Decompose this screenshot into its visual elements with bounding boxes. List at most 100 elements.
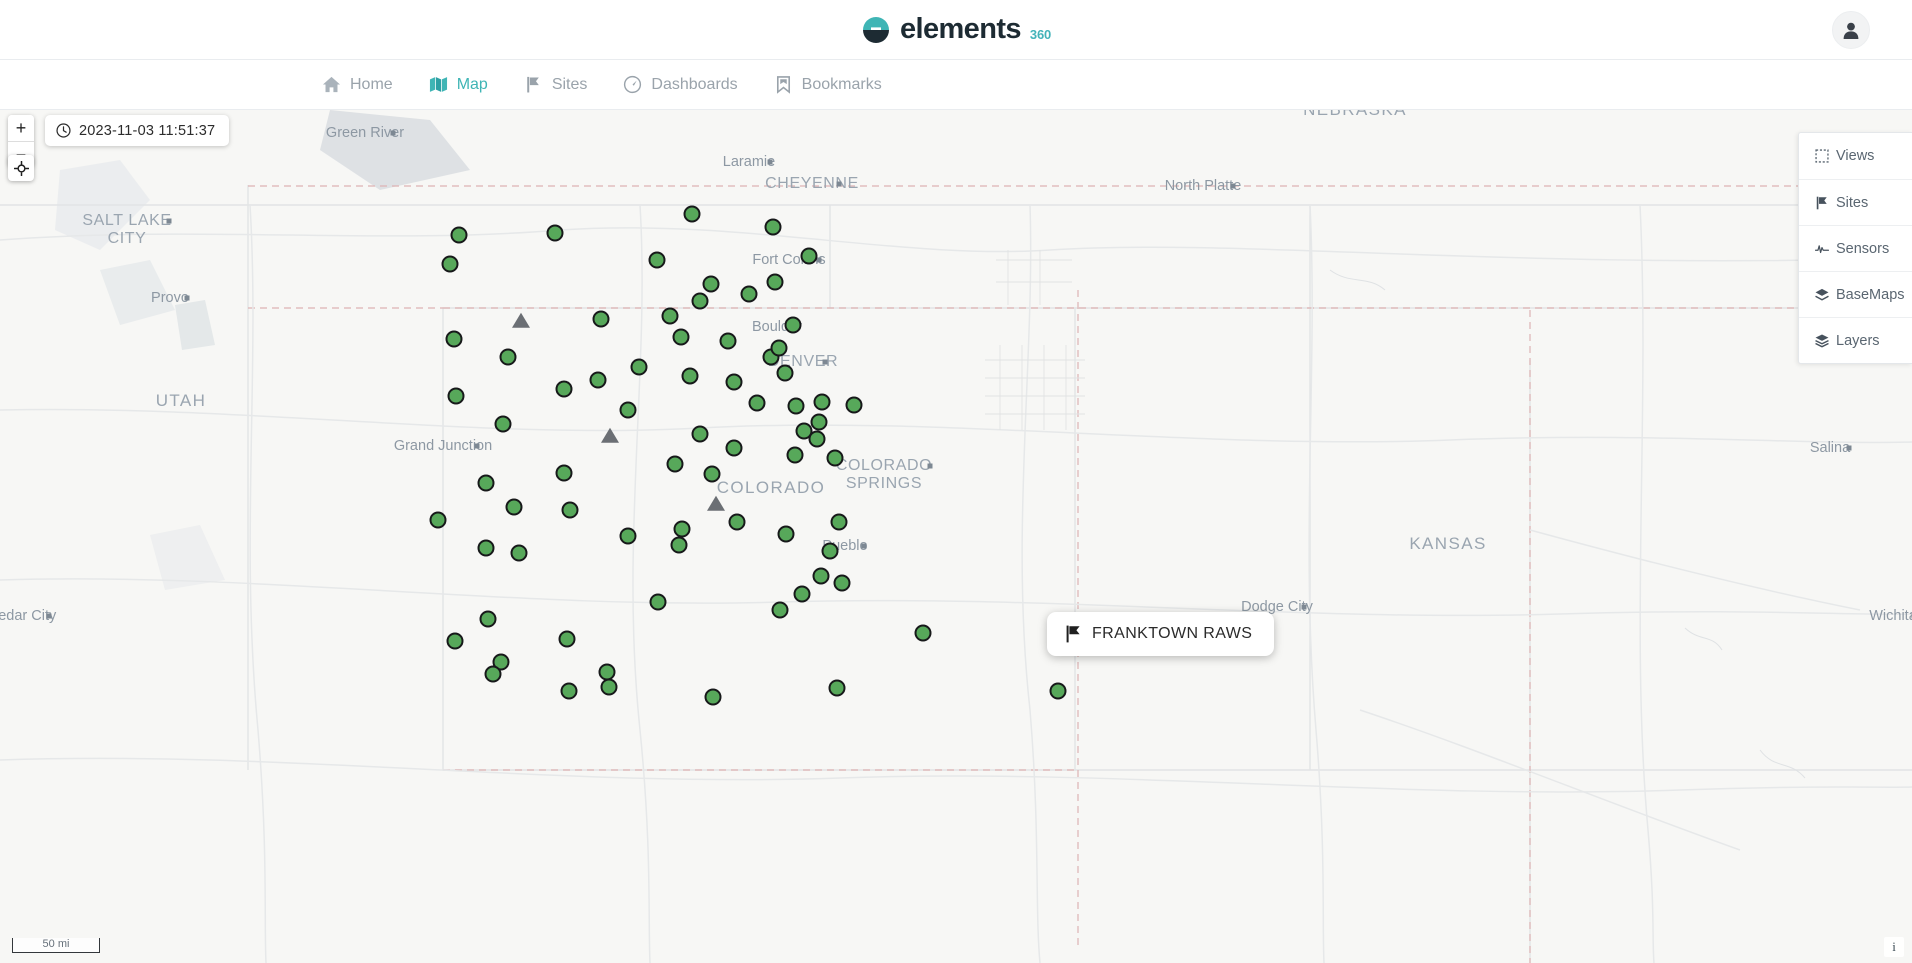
site-marker[interactable]: [560, 682, 578, 700]
site-marker[interactable]: [681, 367, 699, 385]
tool-item-sensors[interactable]: Sensors: [1799, 225, 1912, 271]
site-marker[interactable]: [1049, 682, 1067, 700]
scale-bar: 50 mi: [12, 938, 100, 953]
site-marker[interactable]: [505, 498, 523, 516]
site-marker[interactable]: [914, 624, 932, 642]
site-marker[interactable]: [740, 285, 758, 303]
tool-item-basemaps[interactable]: BaseMaps: [1799, 271, 1912, 317]
map-city-dot: [46, 613, 51, 619]
site-marker[interactable]: [776, 364, 794, 382]
site-marker[interactable]: [787, 397, 805, 415]
nav-label: Sites: [551, 75, 588, 93]
brand-bar: elements 360: [0, 0, 1912, 60]
site-marker[interactable]: [703, 465, 721, 483]
site-marker[interactable]: [833, 574, 851, 592]
site-marker[interactable]: [728, 513, 746, 531]
site-marker[interactable]: [477, 474, 495, 492]
nav-item-dashboards[interactable]: Dashboards: [623, 60, 738, 110]
site-marker[interactable]: [725, 439, 743, 457]
site-marker[interactable]: [764, 218, 782, 236]
nav-item-map[interactable]: Map: [429, 60, 488, 110]
site-marker[interactable]: [766, 273, 784, 291]
site-marker[interactable]: [510, 544, 528, 562]
locate-button[interactable]: [8, 155, 34, 181]
nav-item-home[interactable]: Home: [322, 60, 393, 110]
site-marker[interactable]: [672, 328, 690, 346]
tool-item-layers[interactable]: Layers: [1799, 317, 1912, 363]
map-canvas[interactable]: Green RiverLaramieCHEYENNENEBRASKANorth …: [0, 110, 1912, 963]
site-marker[interactable]: [813, 393, 831, 411]
site-marker[interactable]: [555, 464, 573, 482]
zoom-in-button[interactable]: +: [8, 115, 34, 141]
site-marker[interactable]: [673, 520, 691, 538]
site-marker[interactable]: [546, 224, 564, 242]
site-marker[interactable]: [479, 610, 497, 628]
site-marker[interactable]: [600, 678, 618, 696]
site-marker[interactable]: [808, 430, 826, 448]
site-marker[interactable]: [555, 380, 573, 398]
brand-suffix: 360: [1029, 26, 1052, 42]
site-marker[interactable]: [429, 511, 447, 529]
nav-item-bookmarks[interactable]: Bookmarks: [774, 60, 882, 110]
site-marker[interactable]: [704, 688, 722, 706]
sensor-marker[interactable]: [601, 427, 619, 443]
site-marker[interactable]: [821, 542, 839, 560]
avatar[interactable]: [1832, 11, 1870, 49]
site-marker[interactable]: [800, 247, 818, 265]
site-marker[interactable]: [494, 415, 512, 433]
brand-logo[interactable]: elements 360: [861, 15, 1051, 45]
site-marker[interactable]: [447, 387, 465, 405]
site-marker[interactable]: [748, 394, 766, 412]
site-marker[interactable]: [558, 630, 576, 648]
site-marker[interactable]: [499, 348, 517, 366]
site-marker[interactable]: [561, 501, 579, 519]
site-marker[interactable]: [777, 525, 795, 543]
site-marker[interactable]: [810, 413, 828, 431]
site-marker[interactable]: [592, 310, 610, 328]
site-marker[interactable]: [589, 371, 607, 389]
site-marker[interactable]: [649, 593, 667, 611]
main-nav: Home Map Sites Dashboards Bookmarks: [0, 60, 1912, 110]
flag-icon: [1816, 196, 1827, 209]
site-marker[interactable]: [630, 358, 648, 376]
site-marker[interactable]: [445, 330, 463, 348]
sensor-marker[interactable]: [512, 312, 530, 328]
map-city-dot: [1846, 445, 1852, 451]
map-city-dot: [836, 181, 842, 187]
site-marker[interactable]: [446, 632, 464, 650]
site-marker[interactable]: [812, 567, 830, 585]
site-marker[interactable]: [826, 449, 844, 467]
site-marker[interactable]: [666, 455, 684, 473]
site-marker[interactable]: [719, 332, 737, 350]
site-marker[interactable]: [648, 251, 666, 269]
site-marker[interactable]: [477, 539, 495, 557]
timestamp-value: 2023-11-03 11:51:37: [79, 122, 216, 139]
site-marker[interactable]: [619, 401, 637, 419]
site-marker[interactable]: [619, 527, 637, 545]
site-marker[interactable]: [771, 601, 789, 619]
site-marker[interactable]: [691, 292, 709, 310]
site-marker[interactable]: [450, 226, 468, 244]
site-marker[interactable]: [484, 665, 502, 683]
site-marker[interactable]: [770, 339, 788, 357]
tool-item-sites[interactable]: Sites: [1799, 179, 1912, 225]
nav-item-sites[interactable]: Sites: [524, 60, 588, 110]
tool-item-views[interactable]: Views: [1799, 133, 1912, 179]
map-city-dot: [184, 295, 190, 301]
site-marker[interactable]: [661, 307, 679, 325]
site-marker[interactable]: [828, 679, 846, 697]
site-marker[interactable]: [691, 425, 709, 443]
site-marker[interactable]: [683, 205, 701, 223]
site-marker[interactable]: [830, 513, 848, 531]
site-marker[interactable]: [725, 373, 743, 391]
site-popup[interactable]: FRANKTOWN RAWS: [1047, 612, 1275, 656]
site-marker[interactable]: [702, 275, 720, 293]
site-marker[interactable]: [786, 446, 804, 464]
site-marker[interactable]: [845, 396, 863, 414]
sensor-marker[interactable]: [707, 495, 725, 511]
map-info-button[interactable]: i: [1884, 937, 1904, 957]
site-marker[interactable]: [784, 316, 802, 334]
site-marker[interactable]: [441, 255, 459, 273]
site-marker[interactable]: [670, 536, 688, 554]
site-marker[interactable]: [793, 585, 811, 603]
